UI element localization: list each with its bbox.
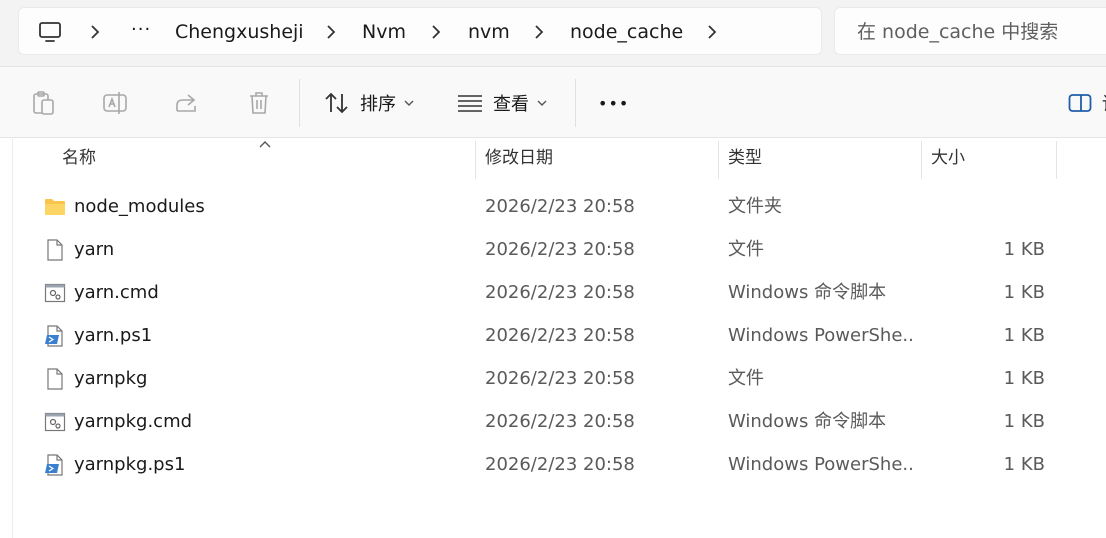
search-placeholder: 在 node_cache 中搜索	[857, 21, 1059, 43]
file-size: 1 KB	[1003, 239, 1045, 260]
file-name: yarnpkg.ps1	[74, 454, 186, 475]
table-row[interactable]: node_modules 2026/2/23 20:58 文件夹	[0, 185, 1106, 228]
delete-icon[interactable]	[245, 89, 273, 117]
column-divider[interactable]	[718, 141, 719, 179]
table-row[interactable]: yarn.ps1 2026/2/23 20:58 Windows PowerSh…	[0, 314, 1106, 357]
file-icon	[47, 368, 63, 390]
file-icon	[47, 239, 63, 261]
search-input[interactable]: 在 node_cache 中搜索	[834, 7, 1106, 55]
toolbar-divider	[575, 79, 576, 127]
chevron-right-icon[interactable]	[89, 23, 101, 41]
file-modified: 2026/2/23 20:58	[485, 282, 635, 303]
chevron-down-icon	[537, 100, 547, 106]
file-name: yarn	[74, 239, 115, 260]
chevron-right-icon[interactable]	[430, 23, 442, 41]
details-pane-label: 详	[1102, 90, 1106, 116]
sort-icon	[325, 92, 348, 114]
details-pane-button[interactable]: 详	[1068, 67, 1106, 139]
file-type: Windows PowerShe...	[728, 325, 913, 346]
details-pane-icon	[1068, 94, 1092, 112]
file-modified: 2026/2/23 20:58	[485, 411, 635, 432]
file-name: yarn.cmd	[74, 282, 159, 303]
file-size: 1 KB	[1003, 411, 1045, 432]
column-header-type[interactable]: 类型	[728, 139, 762, 179]
file-list: 名称 修改日期 类型 大小 node_modules 2026/2/23 20:…	[0, 139, 1106, 538]
address-bar-area: ··· Chengxusheji Nvm nvm node_cache 在 no…	[0, 0, 1106, 66]
file-type: Windows PowerShe...	[728, 454, 913, 475]
address-bar[interactable]: ··· Chengxusheji Nvm nvm node_cache	[18, 7, 822, 55]
column-header-name[interactable]: 名称	[62, 139, 96, 179]
view-label: 查看	[493, 94, 529, 115]
table-row[interactable]: yarn.cmd 2026/2/23 20:58 Windows 命令脚本 1 …	[0, 271, 1106, 314]
file-name: yarnpkg	[74, 368, 148, 389]
rename-icon[interactable]	[101, 89, 129, 117]
file-size: 1 KB	[1003, 282, 1045, 303]
column-header-size[interactable]: 大小	[931, 139, 965, 179]
file-name: yarn.ps1	[74, 325, 153, 346]
file-type: 文件	[728, 368, 764, 389]
file-type: Windows 命令脚本	[728, 411, 887, 432]
column-divider[interactable]	[1056, 141, 1057, 179]
view-button[interactable]: 查看	[457, 67, 557, 139]
chevron-right-icon[interactable]	[533, 23, 545, 41]
file-modified: 2026/2/23 20:58	[485, 239, 635, 260]
file-modified: 2026/2/23 20:58	[485, 325, 635, 346]
chevron-right-icon[interactable]	[325, 23, 337, 41]
table-row[interactable]: yarnpkg.cmd 2026/2/23 20:58 Windows 命令脚本…	[0, 400, 1106, 443]
file-type: 文件	[728, 239, 764, 260]
table-row[interactable]: yarnpkg 2026/2/23 20:58 文件 1 KB	[0, 357, 1106, 400]
breadcrumb-item-nvm-upper[interactable]: Nvm	[362, 8, 406, 56]
file-modified: 2026/2/23 20:58	[485, 368, 635, 389]
ps1-file-icon	[45, 325, 63, 347]
sort-button[interactable]: 排序	[324, 67, 424, 139]
file-modified: 2026/2/23 20:58	[485, 196, 635, 217]
chevron-down-icon	[404, 100, 414, 106]
toolbar-divider	[299, 79, 300, 127]
breadcrumb-item-chengxusheji[interactable]: Chengxusheji	[175, 8, 304, 56]
computer-icon[interactable]	[38, 21, 62, 43]
cmd-file-icon	[44, 412, 66, 432]
chevron-right-icon[interactable]	[706, 23, 718, 41]
view-list-icon	[458, 95, 482, 112]
paste-icon[interactable]	[29, 89, 57, 117]
file-size: 1 KB	[1003, 325, 1045, 346]
sort-ascending-icon	[259, 141, 271, 148]
share-icon[interactable]	[173, 89, 201, 117]
file-name: yarnpkg.cmd	[74, 411, 193, 432]
file-type: 文件夹	[728, 196, 782, 217]
sort-label: 排序	[360, 94, 396, 115]
table-row[interactable]: yarnpkg.ps1 2026/2/23 20:58 Windows Powe…	[0, 443, 1106, 486]
file-size: 1 KB	[1003, 454, 1045, 475]
table-row[interactable]: yarn 2026/2/23 20:58 文件 1 KB	[0, 228, 1106, 271]
ps1-file-icon	[45, 454, 63, 476]
breadcrumb-item-node-cache[interactable]: node_cache	[570, 8, 683, 56]
cmd-file-icon	[44, 283, 66, 303]
column-divider[interactable]	[475, 141, 476, 179]
command-bar: 排序 查看 ••• 详	[0, 66, 1106, 138]
column-divider[interactable]	[921, 141, 922, 179]
file-size: 1 KB	[1003, 368, 1045, 389]
file-type: Windows 命令脚本	[728, 282, 887, 303]
column-header-modified[interactable]: 修改日期	[485, 139, 553, 179]
breadcrumb-overflow-button[interactable]: ···	[131, 8, 151, 56]
file-modified: 2026/2/23 20:58	[485, 454, 635, 475]
breadcrumb-item-nvm[interactable]: nvm	[468, 8, 510, 56]
folder-icon	[45, 199, 65, 215]
file-name: node_modules	[74, 196, 205, 217]
more-options-button[interactable]: •••	[598, 67, 629, 139]
